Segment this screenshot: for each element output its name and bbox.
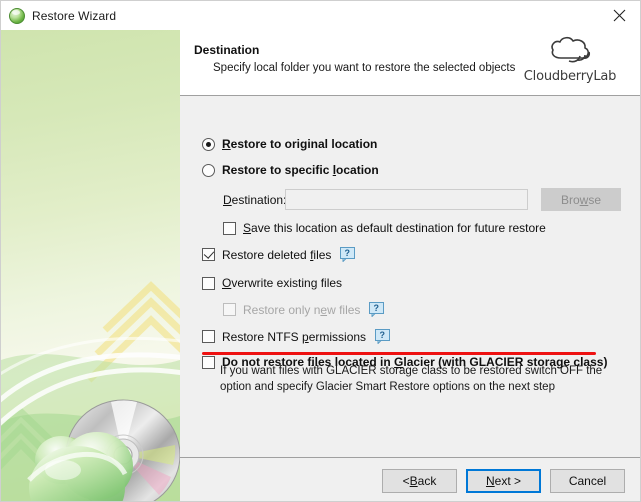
help-bubble-icon[interactable]: ?: [375, 329, 391, 344]
wizard-pane: Destination Specify local folder you wan…: [180, 30, 640, 501]
label-pre: Restore to specific: [222, 163, 333, 177]
label-rest: ave this location as default destination…: [251, 221, 546, 235]
help-bubble-icon[interactable]: ?: [340, 247, 356, 262]
wizard-sidebar-graphic: [1, 30, 180, 501]
browse-button[interactable]: Bro w se: [541, 188, 621, 211]
label-pre: Restore only n: [243, 302, 321, 317]
accel-key: w: [579, 192, 589, 207]
radio-indicator: [202, 137, 215, 151]
accel-key: B: [409, 474, 418, 488]
checkbox-restore-only-new-files-label: Restore only new files: [243, 303, 360, 317]
checkbox-indicator: [202, 248, 215, 261]
app-globe-icon: [9, 7, 25, 24]
next-button[interactable]: Next >: [466, 469, 541, 493]
svg-text:?: ?: [374, 303, 380, 313]
label-rest: verwrite existing files: [231, 276, 343, 290]
radio-indicator: [202, 163, 215, 177]
checkbox-restore-ntfs-permissions-label: Restore NTFS permissions: [222, 330, 366, 344]
cancel-button[interactable]: Cancel: [550, 469, 625, 493]
label-rest: ocation: [336, 163, 379, 177]
radio-restore-specific-location[interactable]: Restore to specific location: [202, 163, 379, 177]
accel-key: O: [222, 276, 232, 290]
label-rest: estination:: [231, 193, 287, 207]
wizard-header: Destination Specify local folder you wan…: [180, 30, 640, 96]
destination-input[interactable]: [285, 189, 528, 210]
red-annotation-underline: [202, 352, 596, 355]
label-pre: <: [402, 474, 410, 488]
window-title: Restore Wizard: [32, 8, 117, 23]
page-subtitle: Specify local folder you want to restore…: [213, 62, 516, 74]
svg-text:?: ?: [345, 248, 351, 258]
checkbox-overwrite-existing-files-label: Overwrite existing files: [222, 276, 342, 290]
restore-wizard-window: Restore Wizard Destination Specify local…: [0, 0, 641, 502]
label-rest: w files: [327, 302, 361, 317]
accel-key: D: [223, 193, 232, 207]
wizard-footer: < Back Next > Cancel: [180, 457, 640, 501]
checkbox-indicator: [223, 303, 236, 316]
checkbox-save-location-default-label: Save this location as default destinatio…: [243, 221, 546, 235]
label-rest: ack: [417, 474, 437, 488]
glacier-note-text: If you want files with GLACIER storage c…: [220, 365, 603, 393]
destination-label: Destination:: [223, 193, 286, 207]
checkbox-restore-only-new-files[interactable]: Restore only new files ?: [223, 302, 385, 317]
accel-key: N: [485, 474, 495, 488]
accel-key: R: [222, 137, 231, 151]
checkbox-restore-ntfs-permissions[interactable]: Restore NTFS permissions ?: [202, 329, 391, 344]
checkbox-restore-deleted-files-label: Restore deleted files: [222, 248, 331, 262]
radio-restore-specific-location-label: Restore to specific location: [222, 163, 379, 177]
label-rest: se: [588, 192, 602, 207]
label-pre: Bro: [560, 192, 580, 207]
cloudberrylab-logo: CloudberryLab: [517, 34, 623, 84]
accel-key: S: [243, 221, 252, 235]
radio-restore-original-location[interactable]: Restore to original location: [202, 137, 377, 151]
cloudberry-cloud-icon: [551, 36, 591, 63]
options-body: Restore to original location Restore to …: [180, 97, 640, 456]
label-rest: iles: [313, 247, 332, 262]
label-rest: ext >: [494, 474, 522, 488]
back-button[interactable]: < Back: [382, 469, 457, 493]
checkbox-indicator: [202, 355, 215, 369]
checkbox-indicator: [202, 276, 215, 290]
checkbox-save-location-default[interactable]: Save this location as default destinatio…: [223, 221, 546, 235]
label-rest: ermissions: [308, 329, 367, 344]
label-pre: Restore deleted: [222, 247, 311, 262]
checkbox-restore-deleted-files[interactable]: Restore deleted files ?: [202, 247, 356, 262]
close-icon[interactable]: [596, 1, 640, 30]
logo-text: CloudberryLab: [523, 69, 617, 84]
checkbox-indicator: [223, 221, 236, 235]
svg-text:?: ?: [380, 330, 386, 340]
page-title: Destination: [194, 43, 260, 57]
title-bar: Restore Wizard: [1, 1, 640, 30]
accel-key: p: [302, 329, 309, 344]
help-bubble-icon[interactable]: ?: [369, 302, 385, 317]
checkbox-overwrite-existing-files[interactable]: Overwrite existing files: [202, 276, 342, 290]
checkbox-indicator: [202, 330, 215, 343]
label-rest: estore to original location: [230, 137, 378, 151]
radio-restore-original-location-label: Restore to original location: [222, 137, 377, 151]
label-pre: Restore NTFS: [222, 329, 303, 344]
